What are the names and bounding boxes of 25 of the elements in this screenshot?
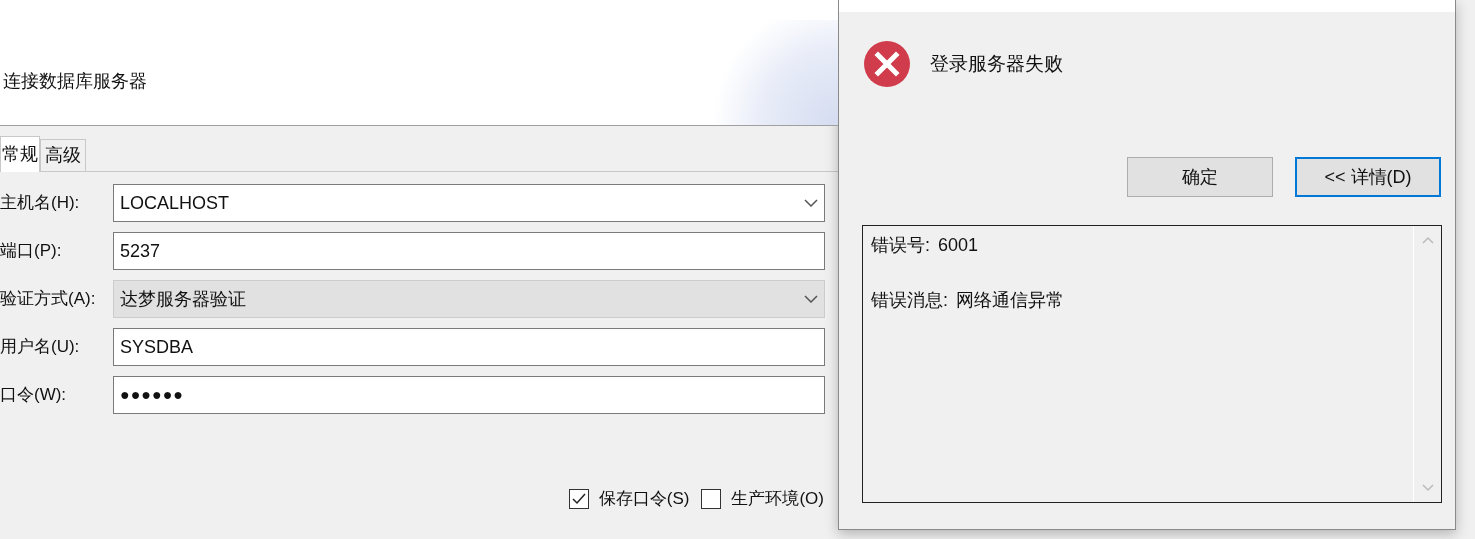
tab[interactable]: 高级 [40,139,86,171]
detail-label: 错误消息: [871,289,948,312]
detail-value: 6001 [938,234,979,257]
button[interactable]: 确定 [1127,157,1273,197]
checkbox-label: 保存口令(S) [598,488,690,510]
error-icon [863,40,911,88]
error-message: 登录服务器失败 [930,51,1063,76]
dropdown[interactable]: LOCALHOST [113,184,825,222]
chevron-down-icon[interactable] [804,199,818,207]
input-field[interactable]: SYSDBA [113,328,825,366]
detail-label: 错误号: [871,234,930,257]
tab[interactable]: 常规 [0,136,40,172]
input-field[interactable]: 5237 [113,232,825,270]
input-field[interactable]: ●●●●●● [113,376,825,414]
field-label: 验证方式(A): [0,288,97,311]
field-label: 口令(W): [0,384,68,407]
checkbox-label: 生产环境(O) [731,488,824,510]
field-label: 主机名(H): [0,192,81,215]
checkbox[interactable] [701,488,722,509]
checkbox[interactable] [568,488,589,509]
detail-value: 网络通信异常 [956,289,1064,312]
field-label: 端口(P): [0,240,63,263]
window-title: 连接数据库服务器 [3,70,147,93]
button[interactable]: << 详情(D) [1295,157,1441,197]
field-label: 用户名(U): [0,336,81,359]
